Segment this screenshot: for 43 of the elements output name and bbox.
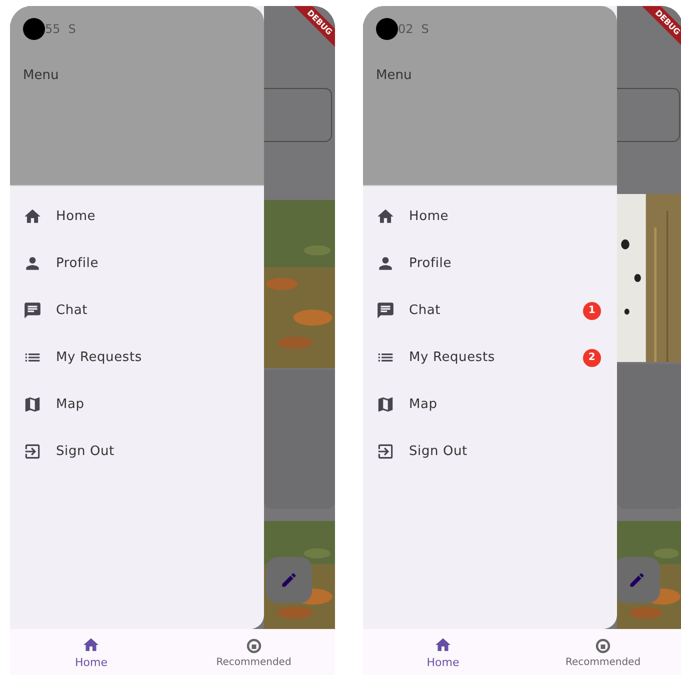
home-icon [23, 207, 42, 226]
drawer-item[interactable]: Profile [363, 240, 617, 287]
drawer-item[interactable]: Sign Out [10, 428, 264, 475]
home-icon [434, 636, 452, 654]
sign-out-icon [23, 442, 42, 461]
drawer-item[interactable]: Chat [10, 287, 264, 334]
status-icon: S [421, 22, 429, 36]
edit-button[interactable] [614, 557, 660, 603]
drawer-item[interactable]: Map [363, 381, 617, 428]
count-badge: 2 [583, 348, 601, 366]
drawer-item[interactable]: Chat 1 [363, 287, 617, 334]
map-icon [23, 395, 42, 414]
drawer-item[interactable]: My Requests [10, 334, 264, 381]
home-icon [376, 207, 395, 226]
status-time: 02 [398, 22, 414, 36]
nav-tab[interactable]: Recommended [172, 629, 335, 675]
drawer-item[interactable]: My Requests 2 [363, 334, 617, 381]
nav-tab[interactable]: Recommended [523, 629, 681, 675]
sign-out-icon [376, 442, 395, 461]
home-icon [82, 636, 100, 654]
drawer-item[interactable]: Profile [10, 240, 264, 287]
input-field[interactable] [264, 88, 332, 142]
pencil-icon [280, 571, 298, 589]
nav-tab[interactable]: Home [10, 629, 172, 675]
count-badge: 1 [583, 302, 601, 320]
drawer-title: Menu [23, 68, 60, 83]
person-icon [376, 254, 395, 273]
input-field[interactable] [617, 88, 680, 142]
person-icon [23, 254, 42, 273]
thumb-circle-icon [244, 636, 263, 654]
chat-icon [376, 301, 395, 320]
nav-tab[interactable]: Home [363, 629, 523, 675]
drawer-item[interactable]: Sign Out [363, 428, 617, 475]
chat-icon [23, 301, 42, 320]
drawer-item[interactable]: Home [10, 193, 264, 240]
status-icon: S [68, 22, 76, 36]
drawer-item[interactable]: Home [363, 193, 617, 240]
map-icon [376, 395, 395, 414]
status-time: 55 [45, 22, 60, 36]
pencil-icon [628, 571, 646, 589]
thumb-circle-icon [594, 636, 612, 654]
drawer-title: Menu [376, 68, 413, 83]
drawer-item[interactable]: Map [10, 381, 264, 428]
